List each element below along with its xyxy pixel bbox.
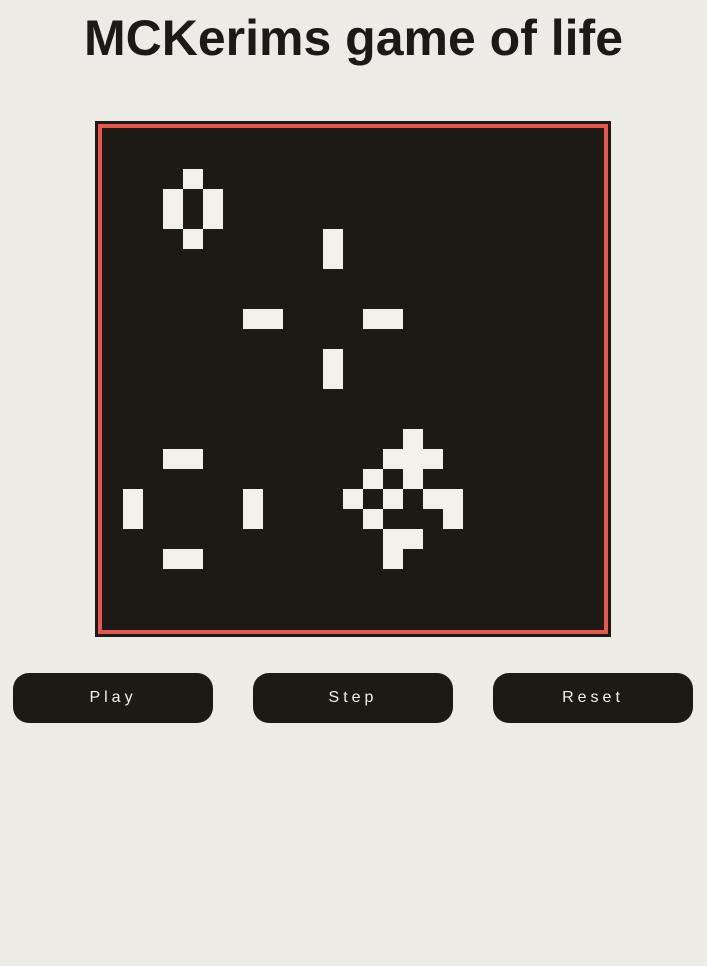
board-border <box>98 124 608 634</box>
play-button[interactable]: Play <box>13 673 213 723</box>
step-button[interactable]: Step <box>253 673 453 723</box>
reset-button[interactable]: Reset <box>493 673 693 723</box>
page-title: MCKerims game of life <box>83 10 623 66</box>
game-board[interactable] <box>95 121 611 637</box>
